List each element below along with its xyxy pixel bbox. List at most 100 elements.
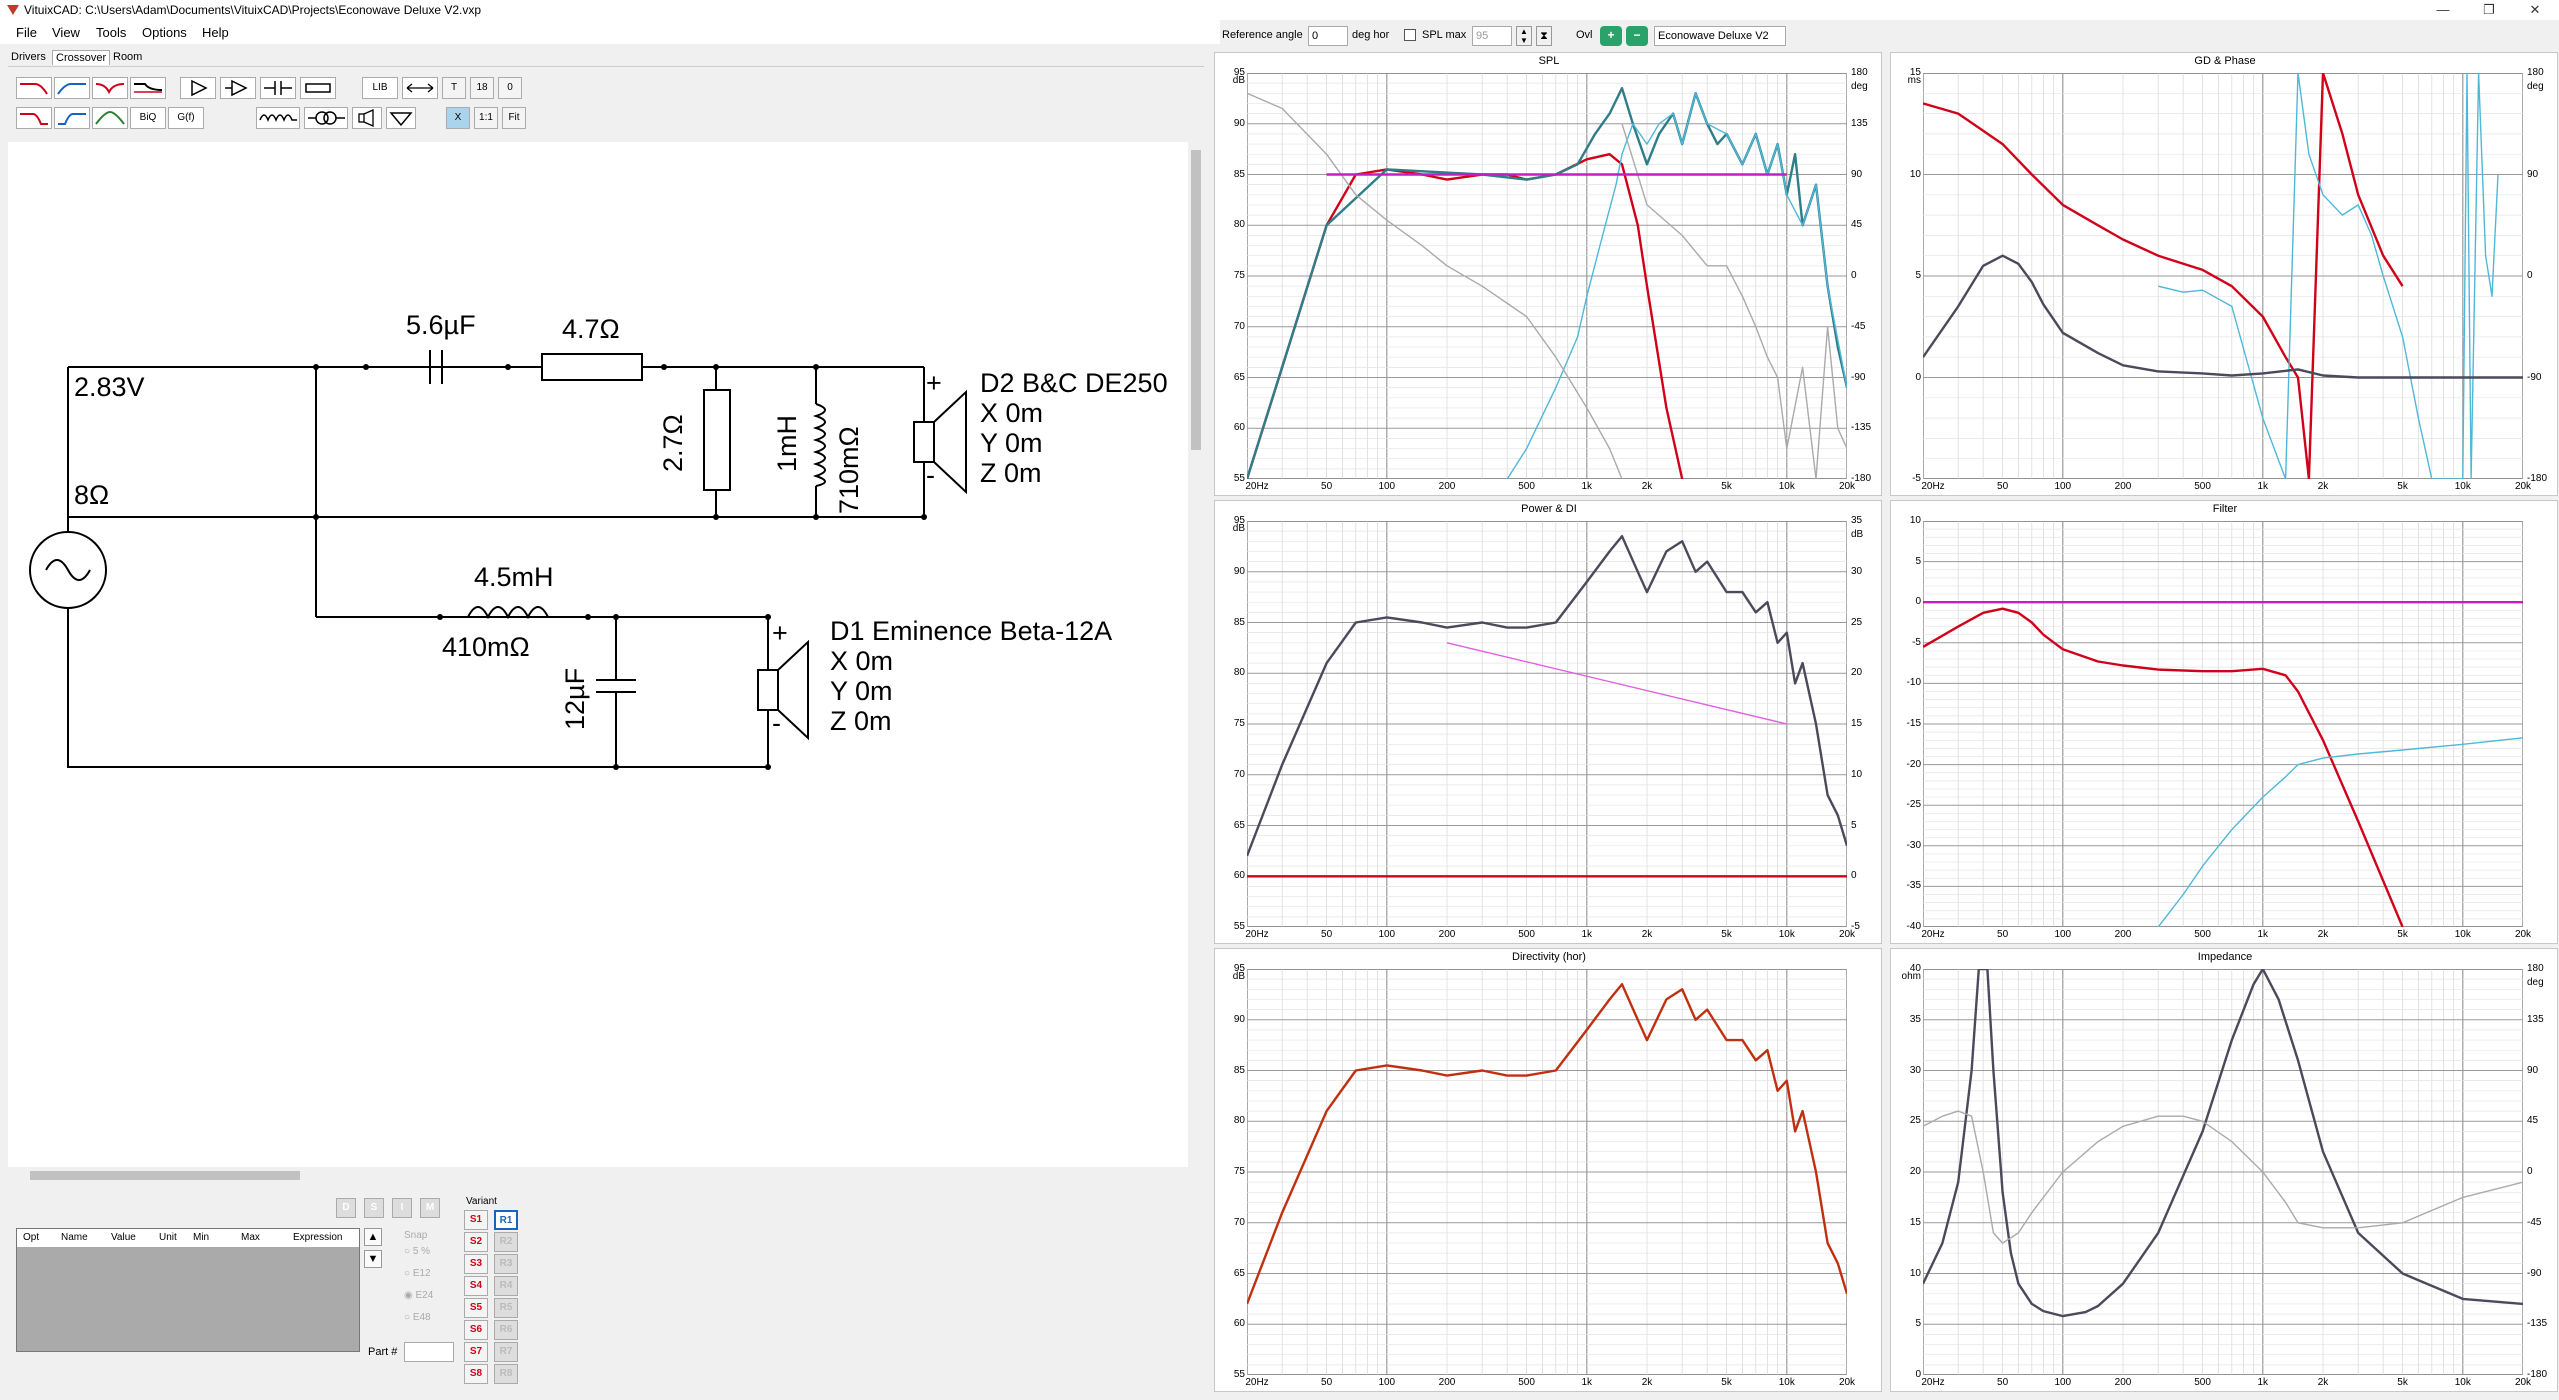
snap-option-e24[interactable]: ◉ E24	[404, 1290, 433, 1301]
notch-button[interactable]	[92, 77, 128, 99]
tab-room[interactable]: Room	[110, 50, 145, 64]
woofer-name[interactable]: D1 Eminence Beta-12A	[830, 616, 1112, 647]
variant-r3-button[interactable]: R3	[494, 1254, 518, 1274]
wire-button[interactable]	[402, 77, 438, 99]
buffer-button[interactable]	[180, 77, 216, 99]
capacitor-hf-label[interactable]: 5.6µF	[406, 310, 476, 341]
graph-filter[interactable]: Filter 10 5 0 -5 -10 -15 -20 -25 -30 -35 -40 20Hz 50 1…	[1890, 500, 2558, 944]
snap-option-e12[interactable]: ○ E12	[404, 1268, 431, 1279]
bandpass-button[interactable]	[92, 107, 128, 129]
font-size-field[interactable]: 18	[470, 77, 494, 99]
schematic-canvas[interactable]: 2.83V 8Ω 5.6µF 4.7Ω 2.7Ω 1mH 710mΩ + - D…	[8, 142, 1204, 1167]
variant-s2-button[interactable]: S2	[464, 1232, 488, 1252]
capacitor-lf-label[interactable]: 12µF	[560, 668, 591, 730]
capacitor-button[interactable]	[260, 77, 296, 99]
variant-s3-button[interactable]: S3	[464, 1254, 488, 1274]
minimize-button[interactable]: —	[2420, 0, 2466, 20]
graph-power[interactable]: Power & DI 95 90 85 80 75 70 65 60 55 dB 35 30 25 20 15…	[1214, 500, 1882, 944]
move-up-button[interactable]: ▲	[364, 1228, 382, 1246]
resistor-series-label[interactable]: 4.7Ω	[562, 314, 620, 345]
col-expression[interactable]: Expression	[293, 1232, 342, 1243]
variant-s1-button[interactable]: S1	[464, 1210, 488, 1230]
variant-s4-button[interactable]: S4	[464, 1276, 488, 1296]
rotation-field[interactable]: 0	[498, 77, 522, 99]
resistor-shunt-label[interactable]: 2.7Ω	[658, 414, 689, 472]
maximize-button[interactable]: ❐	[2466, 0, 2512, 20]
spl-max-checkbox[interactable]	[1404, 29, 1416, 41]
overlay-name-input[interactable]	[1654, 26, 1786, 46]
variant-s8-button[interactable]: S8	[464, 1364, 488, 1384]
variant-r5-button[interactable]: R5	[494, 1298, 518, 1318]
shelf-button[interactable]	[130, 77, 166, 99]
inductor-shunt-label[interactable]: 1mH	[772, 415, 803, 472]
inductor-lf-label[interactable]: 4.5mH	[474, 562, 554, 593]
col-max[interactable]: Max	[241, 1232, 260, 1243]
col-name[interactable]: Name	[61, 1232, 88, 1243]
variant-s6-button[interactable]: S6	[464, 1320, 488, 1340]
x-tick-label: 1k	[2257, 481, 2269, 492]
library-button[interactable]: LIB	[362, 77, 398, 99]
zoom-one-to-one-button[interactable]: 1:1	[474, 107, 498, 129]
flip-m-button[interactable]: M	[420, 1198, 440, 1218]
variant-r2-button[interactable]: R2	[494, 1232, 518, 1252]
variant-r1-button[interactable]: R1	[494, 1210, 518, 1230]
inductor-shunt-resistance-label[interactable]: 710mΩ	[834, 426, 865, 514]
biquad-button[interactable]: BiQ	[130, 107, 166, 129]
graph-imp[interactable]: Impedance 40 35 30 25 20 15 10 5 0 ohm 180 135 90 45 0-…	[1890, 948, 2558, 1392]
variant-s5-button[interactable]: S5	[464, 1298, 488, 1318]
flip-d-button[interactable]: D	[336, 1198, 356, 1218]
delay-button[interactable]	[220, 77, 256, 99]
lowpass-2-button[interactable]	[16, 107, 52, 129]
spl-max-reset-button[interactable]: ⧗	[1536, 26, 1552, 46]
variant-r8-button[interactable]: R8	[494, 1364, 518, 1384]
parts-table[interactable]: Opt Name Value Unit Min Max Expression	[16, 1228, 360, 1352]
x-tick-label: 50	[1997, 1377, 2009, 1388]
tab-drivers[interactable]: Drivers	[8, 50, 49, 64]
schematic-vertical-scrollbar[interactable]	[1188, 142, 1204, 1167]
schematic-horizontal-scrollbar[interactable]	[8, 1167, 1204, 1183]
transformer-button[interactable]	[304, 107, 348, 129]
close-button[interactable]: ✕	[2512, 0, 2558, 20]
inductor-button[interactable]	[256, 107, 300, 129]
flip-s-button[interactable]: S	[364, 1198, 384, 1218]
variant-r6-button[interactable]: R6	[494, 1320, 518, 1340]
spl-max-spinner[interactable]: ▲ ▼	[1516, 26, 1532, 46]
col-unit[interactable]: Unit	[159, 1232, 177, 1243]
graph-gd[interactable]: GD & Phase 15 10 5 0 -5 ms 180 90 0 -90 -180 deg 20Hz…	[1890, 52, 2558, 496]
inductor-lf-resistance-label[interactable]: 410mΩ	[442, 632, 530, 663]
snap-option-e48[interactable]: ○ E48	[404, 1312, 431, 1323]
menu-help[interactable]: Help	[202, 25, 229, 40]
snap-option-5[interactable]: ○ 5 %	[404, 1246, 430, 1257]
menu-tools[interactable]: Tools	[96, 25, 126, 40]
variant-s7-button[interactable]: S7	[464, 1342, 488, 1362]
menu-view[interactable]: View	[52, 25, 80, 40]
col-min[interactable]: Min	[193, 1232, 209, 1243]
variant-r4-button[interactable]: R4	[494, 1276, 518, 1296]
zoom-fit-button[interactable]: Fit	[502, 107, 526, 129]
add-overlay-icon[interactable]: +	[1600, 26, 1622, 46]
lowpass-1-button[interactable]	[16, 77, 52, 99]
tab-crossover[interactable]: Crossover	[52, 50, 111, 65]
menu-file[interactable]: File	[16, 25, 37, 40]
graph-spl[interactable]: SPL 95 90 85 80 75 70 65 60 55 dB 180 135 90 45 0 -45 -90…	[1214, 52, 1882, 496]
driver-button[interactable]	[352, 107, 382, 129]
flip-i-button[interactable]: I	[392, 1198, 412, 1218]
transfer-function-button[interactable]: G(f)	[168, 107, 204, 129]
graph-dir[interactable]: Directivity (hor) 95 90 85 80 75 70 65 60 55 dB 20H…	[1214, 948, 1882, 1392]
move-down-button[interactable]: ▼	[364, 1250, 382, 1268]
resistor-button[interactable]	[300, 77, 336, 99]
highpass-1-button[interactable]	[54, 77, 90, 99]
highpass-2-button[interactable]	[54, 107, 90, 129]
tweeter-name[interactable]: D2 B&C DE250	[980, 368, 1168, 399]
text-button[interactable]: T	[442, 77, 466, 99]
ref-angle-input[interactable]	[1308, 26, 1348, 46]
variant-r7-button[interactable]: R7	[494, 1342, 518, 1362]
col-value[interactable]: Value	[111, 1232, 136, 1243]
menu-options[interactable]: Options	[142, 25, 187, 40]
part-number-input[interactable]	[404, 1342, 454, 1362]
spl-max-input[interactable]	[1472, 26, 1512, 46]
ground-button[interactable]	[386, 107, 416, 129]
remove-overlay-icon[interactable]: −	[1626, 26, 1648, 46]
col-opt[interactable]: Opt	[23, 1232, 39, 1243]
cross-button[interactable]: X	[446, 107, 470, 129]
